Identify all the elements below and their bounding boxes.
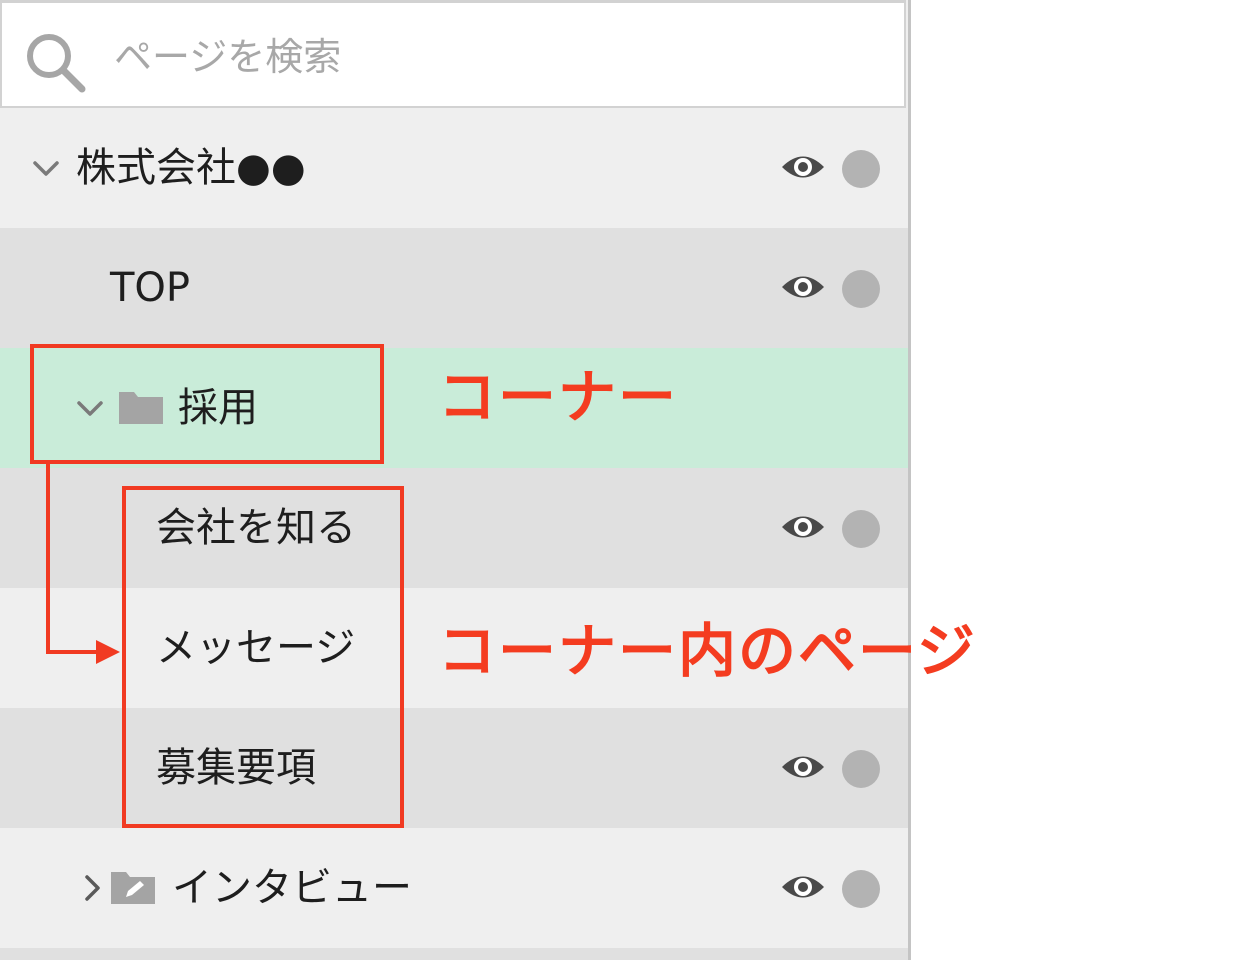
status-dot [842, 270, 880, 308]
eye-icon[interactable] [780, 150, 826, 184]
status-dot [842, 510, 880, 548]
tree-row-label: TOP [110, 265, 191, 311]
chevron-right-icon[interactable] [76, 872, 108, 904]
eye-icon[interactable] [780, 270, 826, 304]
tree-row-corner-interview[interactable]: インタビュー [0, 828, 908, 948]
status-dot [842, 870, 880, 908]
search-icon [27, 34, 86, 93]
eye-icon[interactable] [780, 870, 826, 904]
folder-edit-icon [111, 872, 155, 904]
search-input[interactable] [114, 29, 874, 85]
tree-row-top[interactable]: TOP [0, 228, 908, 348]
search-bar [0, 0, 906, 108]
tree-row-partial [0, 948, 908, 960]
page-tree-screenshot: 株式会社●● TOP 採用 [0, 0, 1260, 960]
chevron-down-icon[interactable] [30, 152, 62, 184]
status-dot [842, 750, 880, 788]
corner-annotation-label: コーナー [438, 363, 679, 431]
status-dot [842, 150, 880, 188]
eye-icon[interactable] [780, 750, 826, 784]
corner-highlight-box [30, 344, 384, 464]
corner-pages-annotation-label: コーナー内のページ [438, 617, 977, 685]
tree-row-site[interactable]: 株式会社●● [0, 108, 908, 228]
tree-row-label: 株式会社●● [76, 145, 306, 191]
corner-pages-highlight-box [122, 486, 404, 828]
eye-icon[interactable] [780, 510, 826, 544]
tree-row-label: インタビュー [172, 865, 412, 911]
